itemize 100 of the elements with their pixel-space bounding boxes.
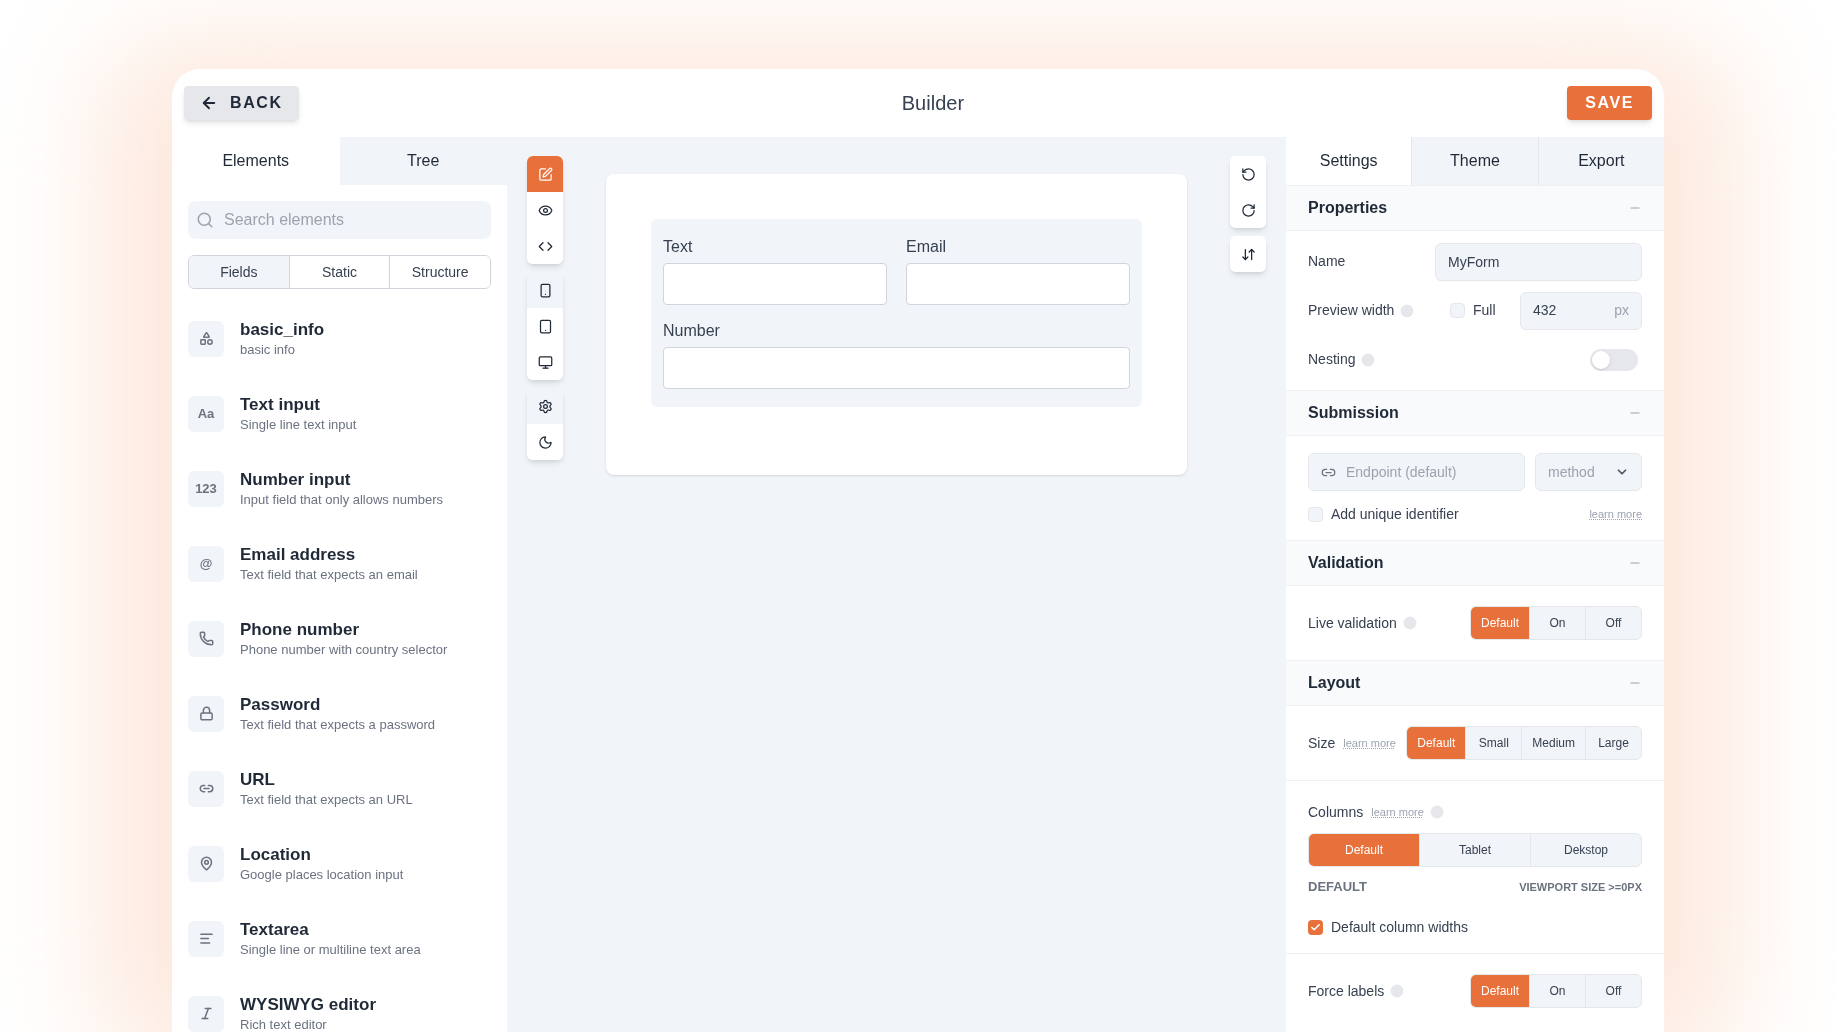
element-item[interactable]: Password Text field that expects a password [188,676,491,751]
setting-label: Size [1308,733,1336,753]
segment-option[interactable]: On [1529,975,1585,1007]
toggle-switch[interactable] [1590,348,1638,371]
section-header[interactable]: Submission [1286,390,1664,436]
monitor-button[interactable] [527,344,563,380]
phone-icon [537,282,553,298]
pin-icon [198,856,214,871]
redo-icon [1240,202,1256,218]
element-item[interactable]: Aa Text input Single line text input [188,376,491,451]
code-button[interactable] [527,228,563,264]
undo-button[interactable] [1230,156,1266,192]
element-item[interactable]: Textarea Single line or multiline text area [188,901,491,976]
phone-icon [198,631,214,646]
segment-option[interactable]: Dekstop [1530,834,1641,866]
sort-icon [1240,246,1256,262]
field-label: Number [663,321,721,341]
element-description: Phone number with country selector [240,640,448,659]
segment-option[interactable]: Off [1585,607,1641,639]
panel-tab[interactable]: Tree [339,137,507,185]
form-input[interactable] [663,347,1130,389]
element-description: Single line text input [240,415,357,434]
element-item[interactable]: WYSIWYG editor Rich text editor [188,976,491,1032]
settings-button[interactable] [527,388,563,424]
section-header[interactable]: Layout [1286,660,1664,706]
redo-button[interactable] [1230,192,1266,228]
checkbox[interactable] [1308,919,1323,935]
width-field[interactable]: 432 px [1520,291,1642,330]
element-item[interactable]: @ Email address Text field that expects an email [188,526,491,601]
element-title: Textarea [240,918,310,941]
element-icon: Aa [188,395,224,432]
back-button[interactable]: BACK [184,86,299,120]
eye-button[interactable] [527,192,563,228]
tablet-icon [537,318,553,334]
setting-label: Columns [1308,802,1364,822]
field-label: Text [663,237,694,257]
check-icon [1310,921,1321,933]
element-icon: 123 [188,470,224,507]
element-title: WYSIWYG editor [240,993,376,1016]
sort-button[interactable] [1230,236,1266,272]
edit-icon [537,166,553,182]
checkbox-label: Add unique identifier [1331,504,1459,524]
element-item[interactable]: Phone number Phone number with country selector [188,601,491,676]
element-item[interactable]: 123 Number input Input field that only allows numbers [188,451,491,526]
element-title: Text input [240,393,321,416]
checkbox-label: Default column widths [1331,917,1468,937]
element-title: URL [240,768,276,791]
moon-button[interactable] [527,424,563,460]
lock-icon [198,706,214,721]
element-description: Rich text editor [240,1015,328,1032]
checkbox[interactable] [1308,506,1323,522]
checkbox-label: Full [1473,301,1496,320]
setting-label: Name [1308,252,1346,271]
element-title: Phone number [240,618,360,641]
element-title: Password [240,693,322,716]
segment-option[interactable]: Small [1465,727,1522,759]
page-title: Builder [901,91,965,116]
element-item[interactable]: URL Text field that expects an URL [188,751,491,826]
element-title: Number input [240,468,352,491]
setting-label: Live validation [1308,613,1397,633]
element-description: Input field that only allows numbers [240,490,444,509]
lines-icon [198,931,214,946]
element-icon: @ [188,545,224,582]
panel-tab[interactable]: Theme [1411,137,1538,185]
form-input[interactable] [906,263,1130,305]
setting-label: Nesting [1308,350,1356,369]
filter-tab[interactable]: Structure [389,256,490,288]
moon-icon [537,434,553,450]
element-description: Single line or multiline text area [240,940,421,959]
segment-option[interactable]: On [1529,607,1585,639]
panel-tab[interactable]: Export [1537,137,1664,185]
element-title: Email address [240,543,357,566]
undo-icon [1240,166,1256,182]
element-item[interactable]: Location Google places location input [188,826,491,901]
phone-button[interactable] [527,272,563,308]
tablet-button[interactable] [527,308,563,344]
segment-option[interactable]: Off [1585,975,1641,1007]
breakpoint-caption: DEFAULT [1308,878,1367,897]
setting-label: Preview width [1308,301,1395,320]
element-title: Location [240,843,312,866]
section-header[interactable]: Properties [1286,185,1664,231]
field-label: Email [906,237,947,257]
viewport-note: VIEWPORT SIZE >=0PX [1519,879,1642,895]
monitor-icon [537,354,553,370]
italic-icon [198,1006,214,1021]
checkbox[interactable] [1450,303,1465,318]
element-description: basic info [240,340,296,359]
element-description: Text field that expects an email [240,565,418,584]
element-description: Text field that expects an URL [240,790,413,809]
segment-option[interactable]: Large [1585,727,1641,759]
shapes-icon [198,331,214,346]
filter-tab[interactable]: Fields [189,256,289,288]
segment-option[interactable]: Tablet [1419,834,1530,866]
form-input[interactable] [663,263,887,305]
element-item[interactable]: basic_info basic info [188,301,491,376]
section-header[interactable]: Validation [1286,540,1664,586]
name-field[interactable]: MyForm [1435,242,1642,281]
element-title: basic_info [240,318,325,341]
settings-icon [537,398,553,414]
segment-option[interactable]: Medium [1521,727,1585,759]
